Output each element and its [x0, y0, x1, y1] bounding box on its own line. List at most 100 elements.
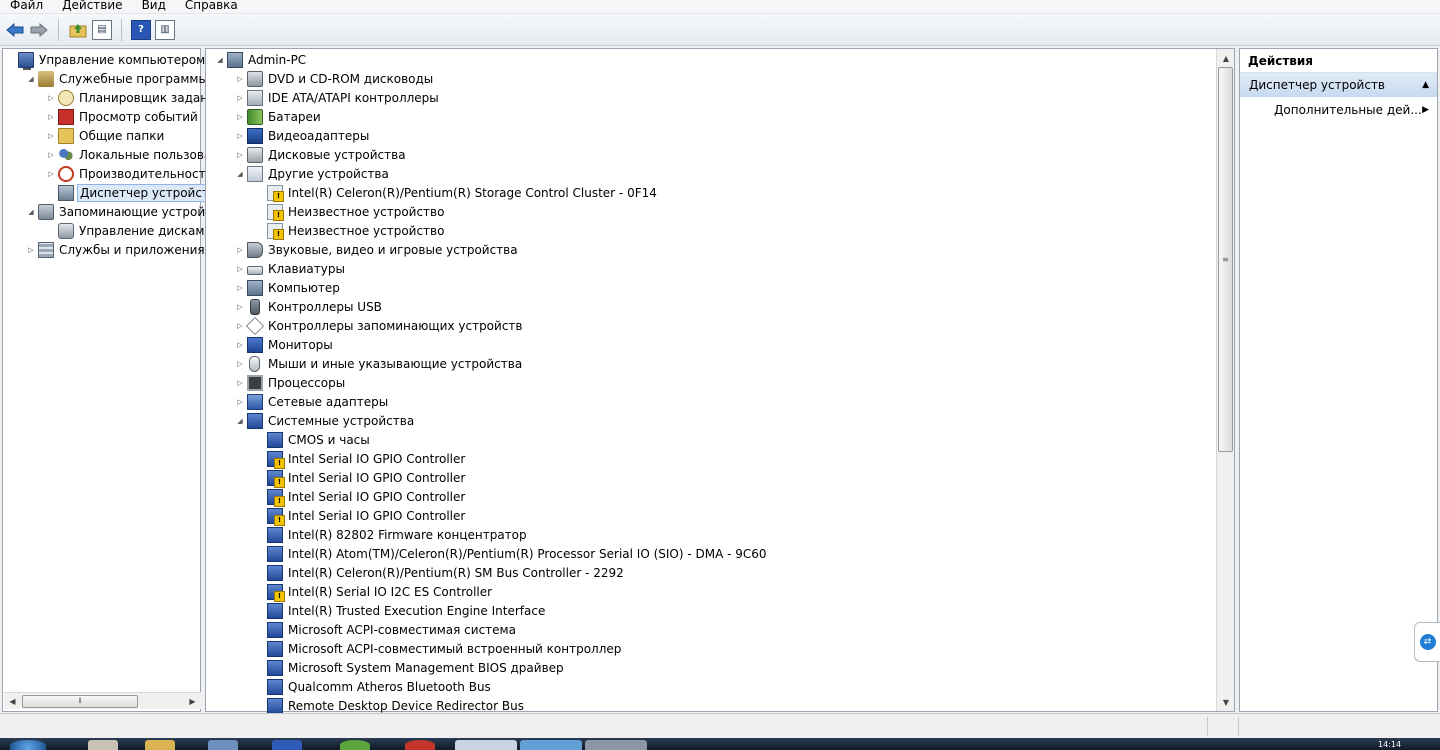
device-tree-item[interactable]: ▷ Сетевые адаптеры	[206, 392, 1234, 411]
expand-icon[interactable]: ▷	[235, 321, 245, 331]
expand-icon[interactable]: ▷	[46, 150, 56, 160]
taskbar-app-icon[interactable]	[88, 740, 118, 750]
more-actions-item[interactable]: Дополнительные дей... ▶	[1240, 97, 1437, 123]
collapse-up-icon[interactable]: ▲	[1422, 80, 1429, 90]
expand-icon[interactable]: ▷	[235, 359, 245, 369]
expand-icon[interactable]: ▷	[235, 340, 245, 350]
expand-icon[interactable]: ▷	[235, 93, 245, 103]
console-tree-item[interactable]: Управление компьютером (л	[3, 50, 221, 70]
device-tree-item[interactable]: ▷ Контроллеры запоминающих устройств	[206, 316, 1234, 335]
back-button[interactable]	[4, 19, 26, 41]
console-tree-item[interactable]: ◢ Запоминающие устройст	[3, 202, 219, 221]
console-tree-item[interactable]: Диспетчер устройств	[3, 183, 220, 202]
forward-button[interactable]	[28, 19, 50, 41]
device-tree-item[interactable]: Intel(R) Celeron(R)/Pentium(R) SM Bus Co…	[206, 563, 1234, 582]
collapse-icon[interactable]: ◢	[26, 74, 36, 84]
scroll-up-arrow-icon[interactable]: ▲	[1218, 50, 1234, 66]
vertical-scrollbar[interactable]: ▲ ≡ ▼	[1216, 49, 1234, 711]
console-tree-item[interactable]: ▷ Службы и приложения	[3, 240, 205, 259]
taskbar-active-window[interactable]	[455, 740, 517, 750]
scrollbar-thumb[interactable]: ⦀	[22, 695, 138, 708]
taskbar-folder-icon[interactable]	[145, 740, 175, 750]
device-tree-item[interactable]: ▷ Звуковые, видео и игровые устройства	[206, 240, 1234, 259]
device-tree-item[interactable]: ▷ Батареи	[206, 107, 1234, 126]
device-tree-item[interactable]: Microsoft ACPI-совместимая система	[206, 620, 1234, 639]
collapse-icon[interactable]: ◢	[235, 416, 245, 426]
console-tree-item[interactable]: ▷ Общие папки	[3, 126, 200, 145]
expand-icon[interactable]: ▷	[235, 150, 245, 160]
taskbar-app-icon[interactable]	[272, 740, 302, 750]
taskbar-app-icon[interactable]	[340, 740, 370, 750]
expand-icon[interactable]: ▷	[235, 302, 245, 312]
expand-icon[interactable]: ▷	[26, 245, 36, 255]
show-hide-tree-button[interactable]: ▤	[91, 19, 113, 41]
expand-icon[interactable]: ▷	[235, 74, 245, 84]
device-tree-item[interactable]: Microsoft ACPI-совместимый встроенный ко…	[206, 639, 1234, 658]
device-tree-item[interactable]: ▷ Дисковые устройства	[206, 145, 1234, 164]
taskbar-window[interactable]	[585, 740, 647, 750]
collapse-icon[interactable]: ◢	[235, 169, 245, 179]
expand-icon[interactable]: ▷	[235, 264, 245, 274]
device-tree-item[interactable]: ▷ Процессоры	[206, 373, 1234, 392]
device-tree-item[interactable]: ▷ Контроллеры USB	[206, 297, 1234, 316]
collapse-icon[interactable]: ◢	[215, 55, 225, 65]
device-tree-item[interactable]: ▷ Мыши и иные указывающие устройства	[206, 354, 1234, 373]
device-tree-item[interactable]: ▷ Клавиатуры	[206, 259, 1234, 278]
console-tree-item[interactable]: Управление дисками	[3, 221, 212, 240]
device-tree-item[interactable]: Intel Serial IO GPIO Controller	[206, 449, 1234, 469]
horizontal-scrollbar[interactable]: ◀ ⦀ ▶	[4, 692, 201, 709]
expand-icon[interactable]: ▷	[235, 131, 245, 141]
console-tree-item[interactable]: ◢ Служебные программы	[3, 69, 208, 88]
taskbar-app-icon[interactable]	[208, 740, 238, 750]
scroll-down-arrow-icon[interactable]: ▼	[1218, 694, 1234, 710]
device-tree-item[interactable]: Intel(R) Serial IO I2C ES Controller	[206, 582, 1234, 602]
menu-action[interactable]: Действие	[52, 0, 131, 11]
taskbar-clock[interactable]: 14:14	[1378, 740, 1410, 750]
scrollbar-thumb[interactable]: ≡	[1218, 67, 1233, 452]
device-tree-item[interactable]: Неизвестное устройство	[206, 202, 1234, 221]
device-tree-item[interactable]: ▷ Мониторы	[206, 335, 1234, 354]
device-tree-item[interactable]: ▷ IDE ATA/ATAPI контроллеры	[206, 88, 1234, 107]
console-tree-item[interactable]: ▷ Планировщик заданий	[3, 88, 224, 107]
device-tree-item[interactable]: ▷ DVD и CD-ROM дисководы	[206, 69, 1234, 88]
device-tree-item[interactable]: ◢ Admin-PC	[206, 50, 1234, 69]
expand-icon[interactable]: ▷	[46, 93, 56, 103]
expand-icon[interactable]: ▷	[235, 245, 245, 255]
up-level-button[interactable]	[67, 19, 89, 41]
expand-icon[interactable]: ▷	[235, 397, 245, 407]
help-button[interactable]: ?	[130, 19, 152, 41]
show-hide-action-pane-button[interactable]: ▥	[154, 19, 176, 41]
taskbar-app-icon[interactable]	[405, 740, 435, 750]
actions-section-device-manager[interactable]: Диспетчер устройств ▲	[1240, 73, 1437, 97]
device-tree-item[interactable]: Qualcomm Atheros Bluetooth Bus	[206, 677, 1234, 696]
menu-file[interactable]: Файл	[0, 0, 52, 11]
expand-icon[interactable]: ▷	[46, 131, 56, 141]
device-tree-item[interactable]: ◢ Другие устройства	[206, 164, 1234, 183]
device-tree-item[interactable]: Microsoft System Management BIOS драйвер	[206, 658, 1234, 677]
device-tree-item[interactable]: Intel(R) Trusted Execution Engine Interf…	[206, 601, 1234, 620]
device-tree-item[interactable]: Intel(R) Atom(TM)/Celeron(R)/Pentium(R) …	[206, 544, 1234, 563]
scroll-right-arrow-icon[interactable]: ▶	[185, 694, 200, 709]
device-tree-item[interactable]: ▷ Компьютер	[206, 278, 1234, 297]
console-tree-item[interactable]: ▷ Производительность	[3, 164, 213, 183]
expand-icon[interactable]: ▷	[46, 112, 56, 122]
expand-icon[interactable]: ▷	[46, 169, 56, 179]
device-tree-item[interactable]: Intel(R) Celeron(R)/Pentium(R) Storage C…	[206, 183, 1234, 202]
device-tree-item[interactable]: Intel(R) 82802 Firmware концентратор	[206, 525, 1234, 544]
device-tree-item[interactable]: ◢ Системные устройства	[206, 411, 1234, 430]
taskbar-window[interactable]	[520, 740, 582, 750]
device-tree-item[interactable]: Intel Serial IO GPIO Controller	[206, 487, 1234, 507]
device-tree-item[interactable]: Intel Serial IO GPIO Controller	[206, 468, 1234, 488]
expand-icon[interactable]: ▷	[235, 378, 245, 388]
console-tree-item[interactable]: ▷ Локальные пользовате	[3, 145, 226, 164]
device-tree-item[interactable]: CMOS и часы	[206, 430, 1234, 449]
collapse-icon[interactable]: ◢	[26, 207, 36, 217]
console-tree-item[interactable]: ▷ Просмотр событий	[3, 107, 200, 126]
teamviewer-tab[interactable]: ⇄	[1414, 622, 1440, 662]
menu-help[interactable]: Справка	[175, 0, 247, 11]
expand-icon[interactable]: ▷	[235, 112, 245, 122]
device-tree-item[interactable]: ▷ Видеоадаптеры	[206, 126, 1234, 145]
device-tree-item[interactable]: Неизвестное устройство	[206, 221, 1234, 240]
menu-view[interactable]: Вид	[132, 0, 175, 11]
expand-icon[interactable]: ▷	[235, 283, 245, 293]
